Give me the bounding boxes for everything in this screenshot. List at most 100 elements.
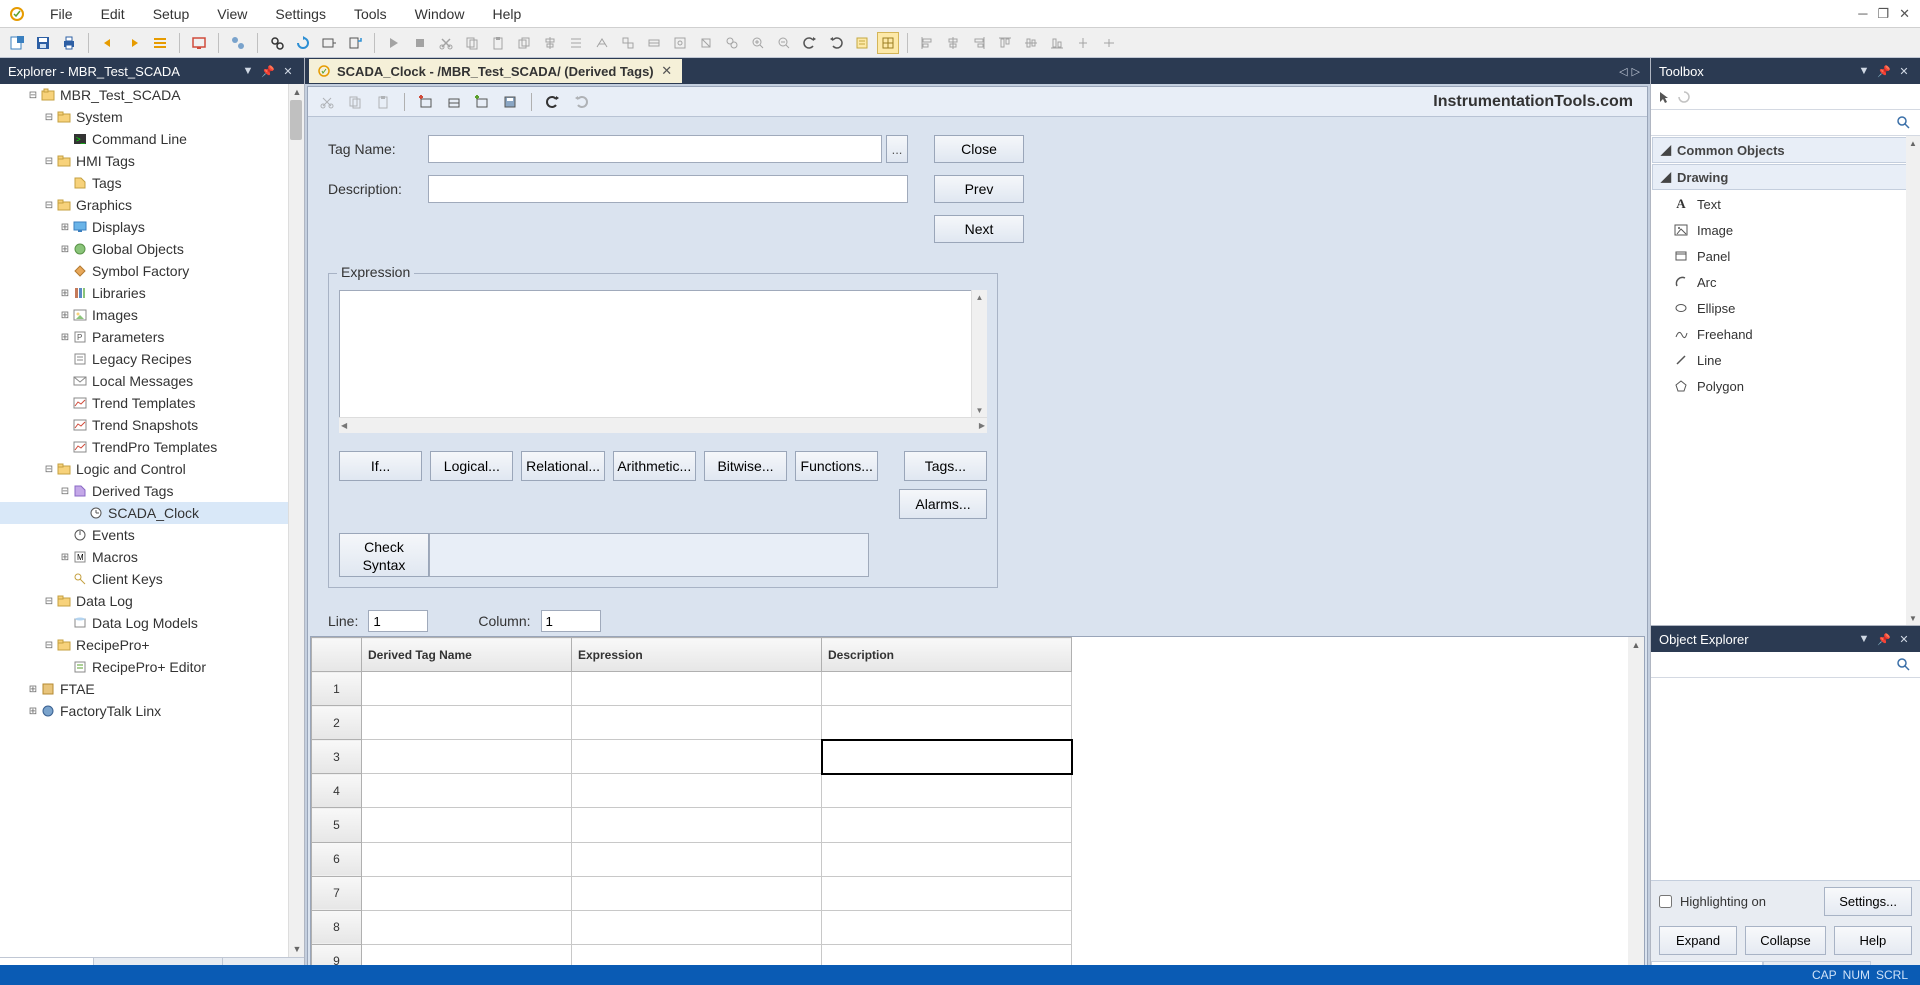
dropdown-icon[interactable]: ▼ xyxy=(240,63,256,79)
down-icon[interactable]: ▼ xyxy=(972,403,987,417)
tab-next-icon[interactable]: ▷ xyxy=(1632,65,1640,78)
dup-button[interactable] xyxy=(513,32,535,54)
document-tab[interactable]: SCADA_Clock - /MBR_Test_SCADA/ (Derived … xyxy=(309,59,682,83)
redo-button[interactable] xyxy=(123,32,145,54)
grid-cell[interactable] xyxy=(572,672,822,706)
close-panel-icon[interactable]: ✕ xyxy=(1896,63,1912,79)
twisty-icon[interactable]: ⊞ xyxy=(58,332,72,343)
menu-view[interactable]: View xyxy=(203,2,261,26)
tree-node[interactable]: Trend Snapshots xyxy=(0,414,304,436)
distr-button[interactable] xyxy=(565,32,587,54)
toolbox-item[interactable]: Line xyxy=(1651,347,1920,373)
pin-icon[interactable]: 📌 xyxy=(1876,63,1892,79)
grid-cell[interactable] xyxy=(572,740,822,774)
tags-button[interactable]: Tags... xyxy=(904,451,987,481)
copy-icon[interactable] xyxy=(344,91,366,113)
menu-settings[interactable]: Settings xyxy=(261,2,340,26)
paste-icon[interactable] xyxy=(372,91,394,113)
prev-button[interactable]: Prev xyxy=(934,175,1024,203)
tree-node[interactable]: RecipePro+ Editor xyxy=(0,656,304,678)
grid-cell[interactable] xyxy=(822,808,1072,842)
delete-row-icon[interactable] xyxy=(415,91,437,113)
tree-node[interactable]: >_Command Line xyxy=(0,128,304,150)
pin-icon[interactable]: 📌 xyxy=(1876,631,1892,647)
close-button[interactable]: Close xyxy=(934,135,1024,163)
twisty-icon[interactable]: ⊟ xyxy=(42,596,56,607)
tag-button[interactable] xyxy=(318,32,340,54)
search-icon[interactable] xyxy=(1896,657,1912,673)
save-button[interactable] xyxy=(32,32,54,54)
menu-help[interactable]: Help xyxy=(478,2,535,26)
undo-button[interactable] xyxy=(97,32,119,54)
twisty-icon[interactable]: ⊞ xyxy=(58,288,72,299)
expression-textarea[interactable] xyxy=(339,290,987,430)
cut-button[interactable] xyxy=(435,32,457,54)
tab-prev-icon[interactable]: ◁ xyxy=(1619,65,1627,78)
toolbox-item[interactable]: AText xyxy=(1651,191,1920,217)
list-button[interactable] xyxy=(149,32,171,54)
tree-node[interactable]: ⊟RecipePro+ xyxy=(0,634,304,656)
toolbox-body[interactable]: ◢Common Objects◢DrawingATextImagePanelAr… xyxy=(1651,136,1920,625)
expr-hscroll[interactable]: ◀▶ xyxy=(339,417,987,433)
toolbox-item[interactable]: Arc xyxy=(1651,269,1920,295)
pin-icon[interactable]: 📌 xyxy=(260,63,276,79)
toolbox-item[interactable]: Image xyxy=(1651,217,1920,243)
tree-node[interactable]: ⊞Global Objects xyxy=(0,238,304,260)
row-header[interactable]: 8 xyxy=(312,910,362,944)
twisty-icon[interactable]: ⊟ xyxy=(42,112,56,123)
twisty-icon[interactable]: ⊟ xyxy=(58,486,72,497)
row-header[interactable]: 3 xyxy=(312,740,362,774)
menu-setup[interactable]: Setup xyxy=(139,2,204,26)
relational-button[interactable]: Relational... xyxy=(521,451,604,481)
tree-node[interactable]: ⊞Images xyxy=(0,304,304,326)
tree-node[interactable]: ⊞Displays xyxy=(0,216,304,238)
grid-cell[interactable] xyxy=(572,706,822,740)
up-icon[interactable]: ▲ xyxy=(972,290,987,304)
align-left-button[interactable] xyxy=(916,32,938,54)
column-header[interactable]: Description xyxy=(822,638,1072,672)
zoom-in-button[interactable] xyxy=(747,32,769,54)
tree-node[interactable]: Events xyxy=(0,524,304,546)
grid-cell[interactable] xyxy=(362,774,572,808)
stop-button[interactable] xyxy=(409,32,431,54)
grid-cell[interactable] xyxy=(362,842,572,876)
align-middle-button[interactable] xyxy=(1020,32,1042,54)
row-header[interactable]: 5 xyxy=(312,808,362,842)
misc-e-button[interactable] xyxy=(695,32,717,54)
line-value[interactable] xyxy=(368,610,428,632)
tree-node[interactable]: ⊟System xyxy=(0,106,304,128)
help-button[interactable]: Help xyxy=(1834,926,1912,955)
paste-button[interactable] xyxy=(487,32,509,54)
display-button[interactable] xyxy=(188,32,210,54)
tree-node[interactable]: Symbol Factory xyxy=(0,260,304,282)
tree-node[interactable]: Local Messages xyxy=(0,370,304,392)
grid-button[interactable] xyxy=(877,32,899,54)
toolbox-item[interactable]: Freehand xyxy=(1651,321,1920,347)
misc-f-button[interactable] xyxy=(721,32,743,54)
collapse-button[interactable]: Collapse xyxy=(1745,926,1826,955)
derived-tags-grid[interactable]: Derived Tag NameExpressionDescription123… xyxy=(310,636,1645,980)
row-header[interactable]: 2 xyxy=(312,706,362,740)
check-syntax-button[interactable]: Check Syntax xyxy=(339,533,429,577)
grid-cell[interactable] xyxy=(362,740,572,774)
toolbox-item[interactable]: Ellipse xyxy=(1651,295,1920,321)
twisty-icon[interactable]: ⊞ xyxy=(58,244,72,255)
dropdown-icon[interactable]: ▼ xyxy=(1856,63,1872,79)
functions-button[interactable]: Functions... xyxy=(795,451,878,481)
align-center-button[interactable] xyxy=(942,32,964,54)
right-icon[interactable]: ▶ xyxy=(979,421,985,430)
align-bottom-button[interactable] xyxy=(1046,32,1068,54)
tree-node[interactable]: ⊟HMI Tags xyxy=(0,150,304,172)
tag-browse-button[interactable]: ... xyxy=(886,135,908,163)
tree-node[interactable]: ⊟Graphics xyxy=(0,194,304,216)
twisty-icon[interactable]: ⊞ xyxy=(26,706,40,717)
twisty-icon[interactable]: ⊞ xyxy=(58,552,72,563)
scroll-thumb[interactable] xyxy=(290,100,302,140)
tree-node[interactable]: ⊞FTAE xyxy=(0,678,304,700)
rotate-icon[interactable] xyxy=(1677,90,1691,104)
refresh-button[interactable] xyxy=(292,32,314,54)
toolbox-item[interactable]: Polygon xyxy=(1651,373,1920,399)
grid-cell[interactable] xyxy=(572,876,822,910)
grid-cell[interactable] xyxy=(362,706,572,740)
twisty-icon[interactable]: ⊞ xyxy=(58,310,72,321)
